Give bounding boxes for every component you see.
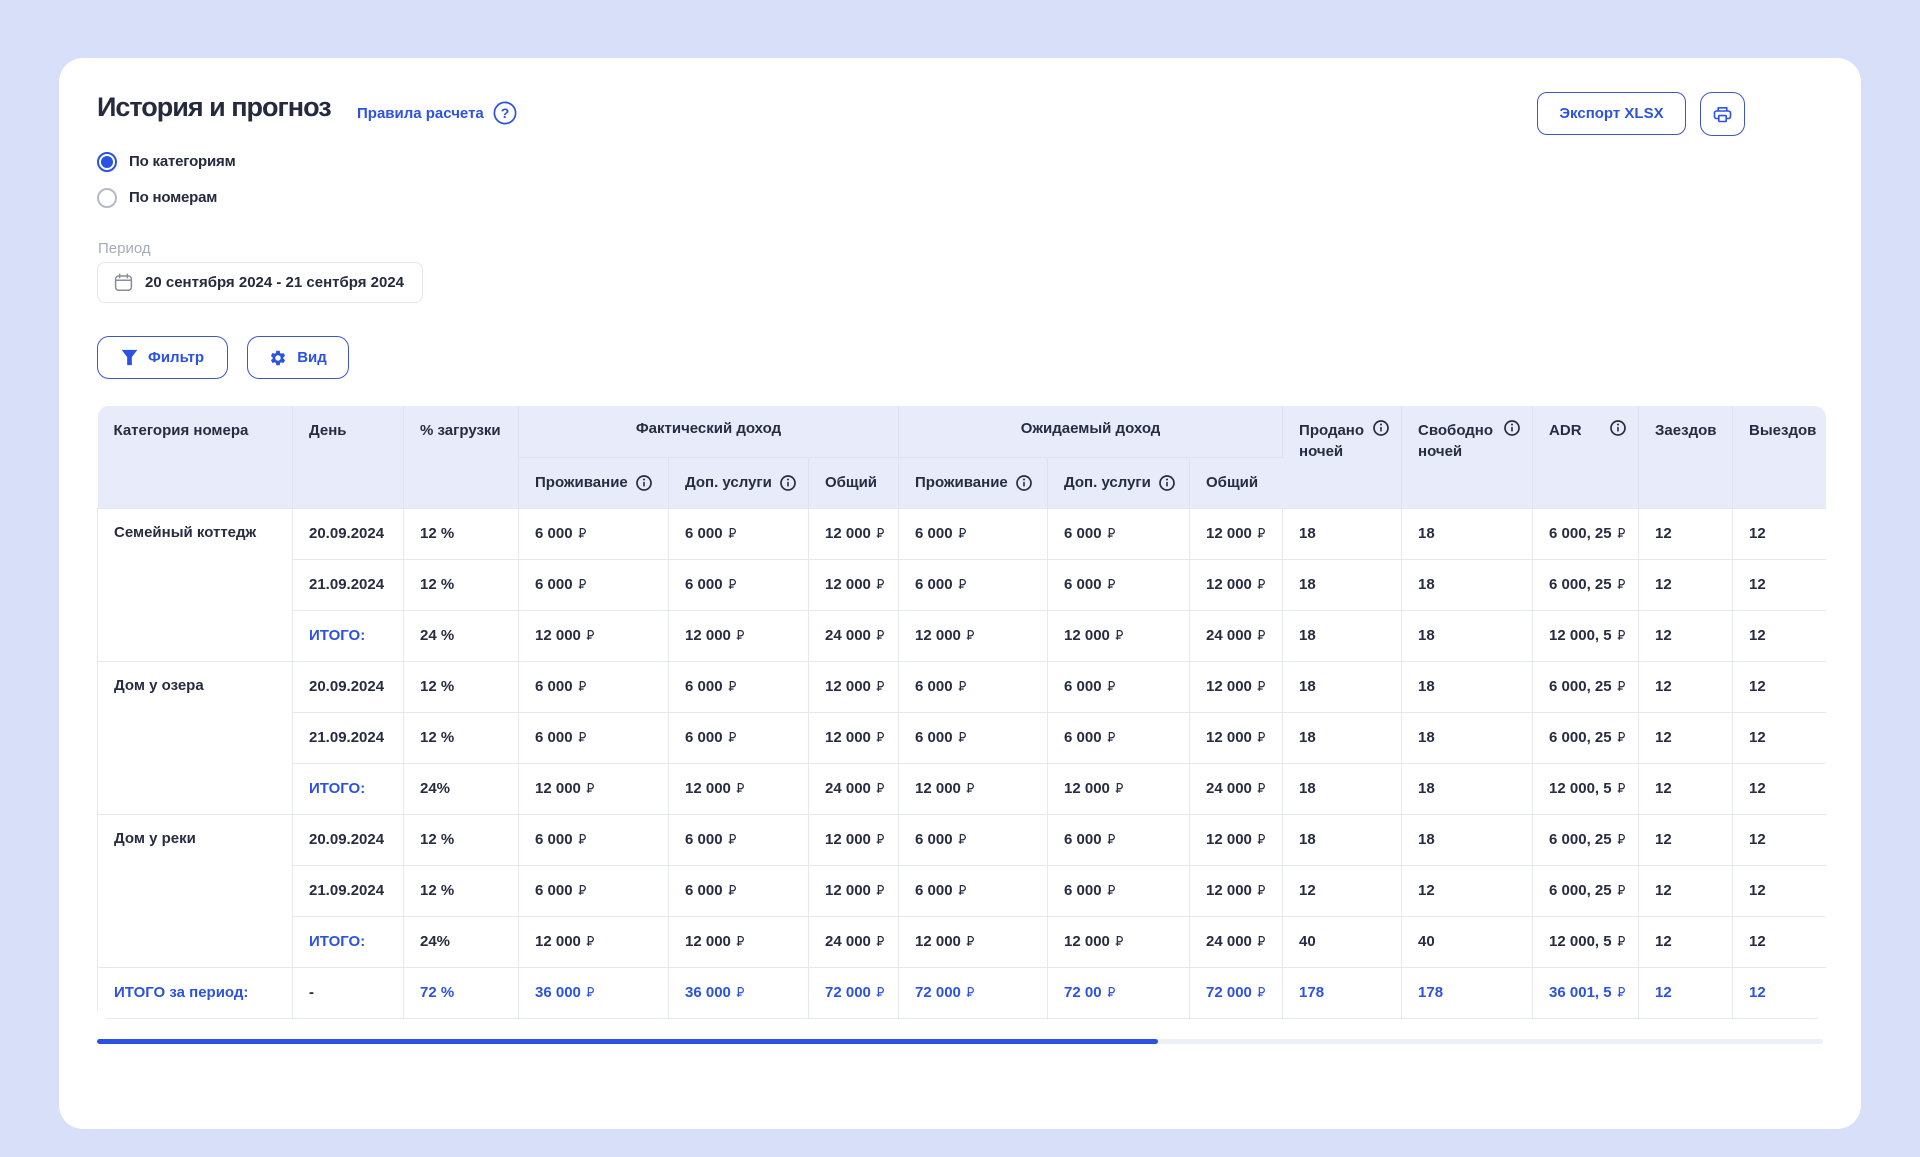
svg-text:?: ? bbox=[501, 105, 510, 121]
